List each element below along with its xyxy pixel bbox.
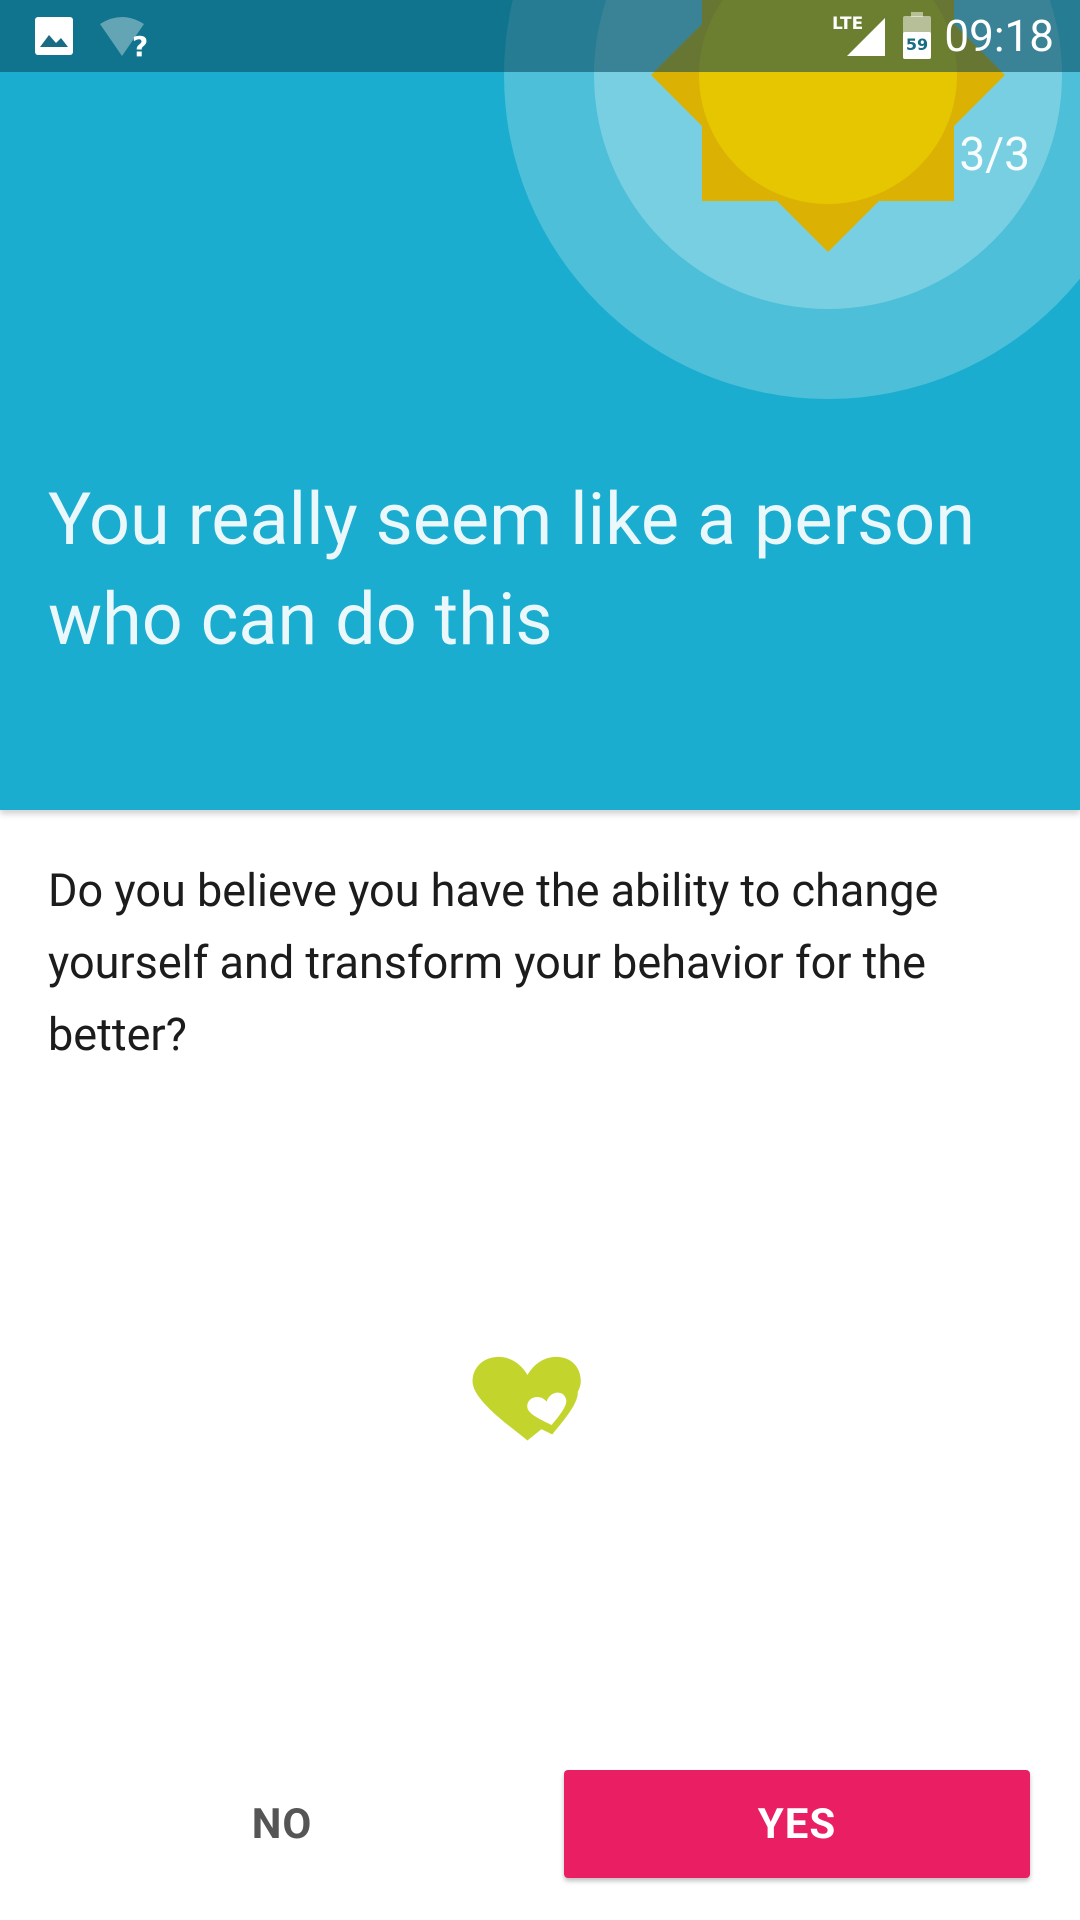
sun-illustration <box>504 0 1080 399</box>
wifi-unknown-icon: ? <box>100 17 148 60</box>
battery-icon: 59 <box>903 12 931 59</box>
question-text: Do you believe you have the ability to c… <box>48 864 939 1061</box>
lte-signal-icon: LTE <box>832 14 885 56</box>
header-panel: ? LTE 59 09:18 3/3 You really seem like … <box>0 0 1080 810</box>
image-notification-icon <box>35 17 73 55</box>
no-button[interactable]: NO <box>48 1770 516 1878</box>
status-clock: 09:18 <box>944 10 1054 62</box>
page-indicator: 3/3 <box>959 128 1030 182</box>
status-bar: ? LTE 59 09:18 <box>0 0 1080 72</box>
svg-text:?: ? <box>132 30 148 60</box>
page-title: You really seem like a person who can do… <box>48 477 975 662</box>
svg-text:LTE: LTE <box>832 14 863 34</box>
hearts-icon <box>472 1356 581 1441</box>
svg-text:59: 59 <box>906 35 928 54</box>
yes-button[interactable]: YES <box>564 1770 1030 1878</box>
